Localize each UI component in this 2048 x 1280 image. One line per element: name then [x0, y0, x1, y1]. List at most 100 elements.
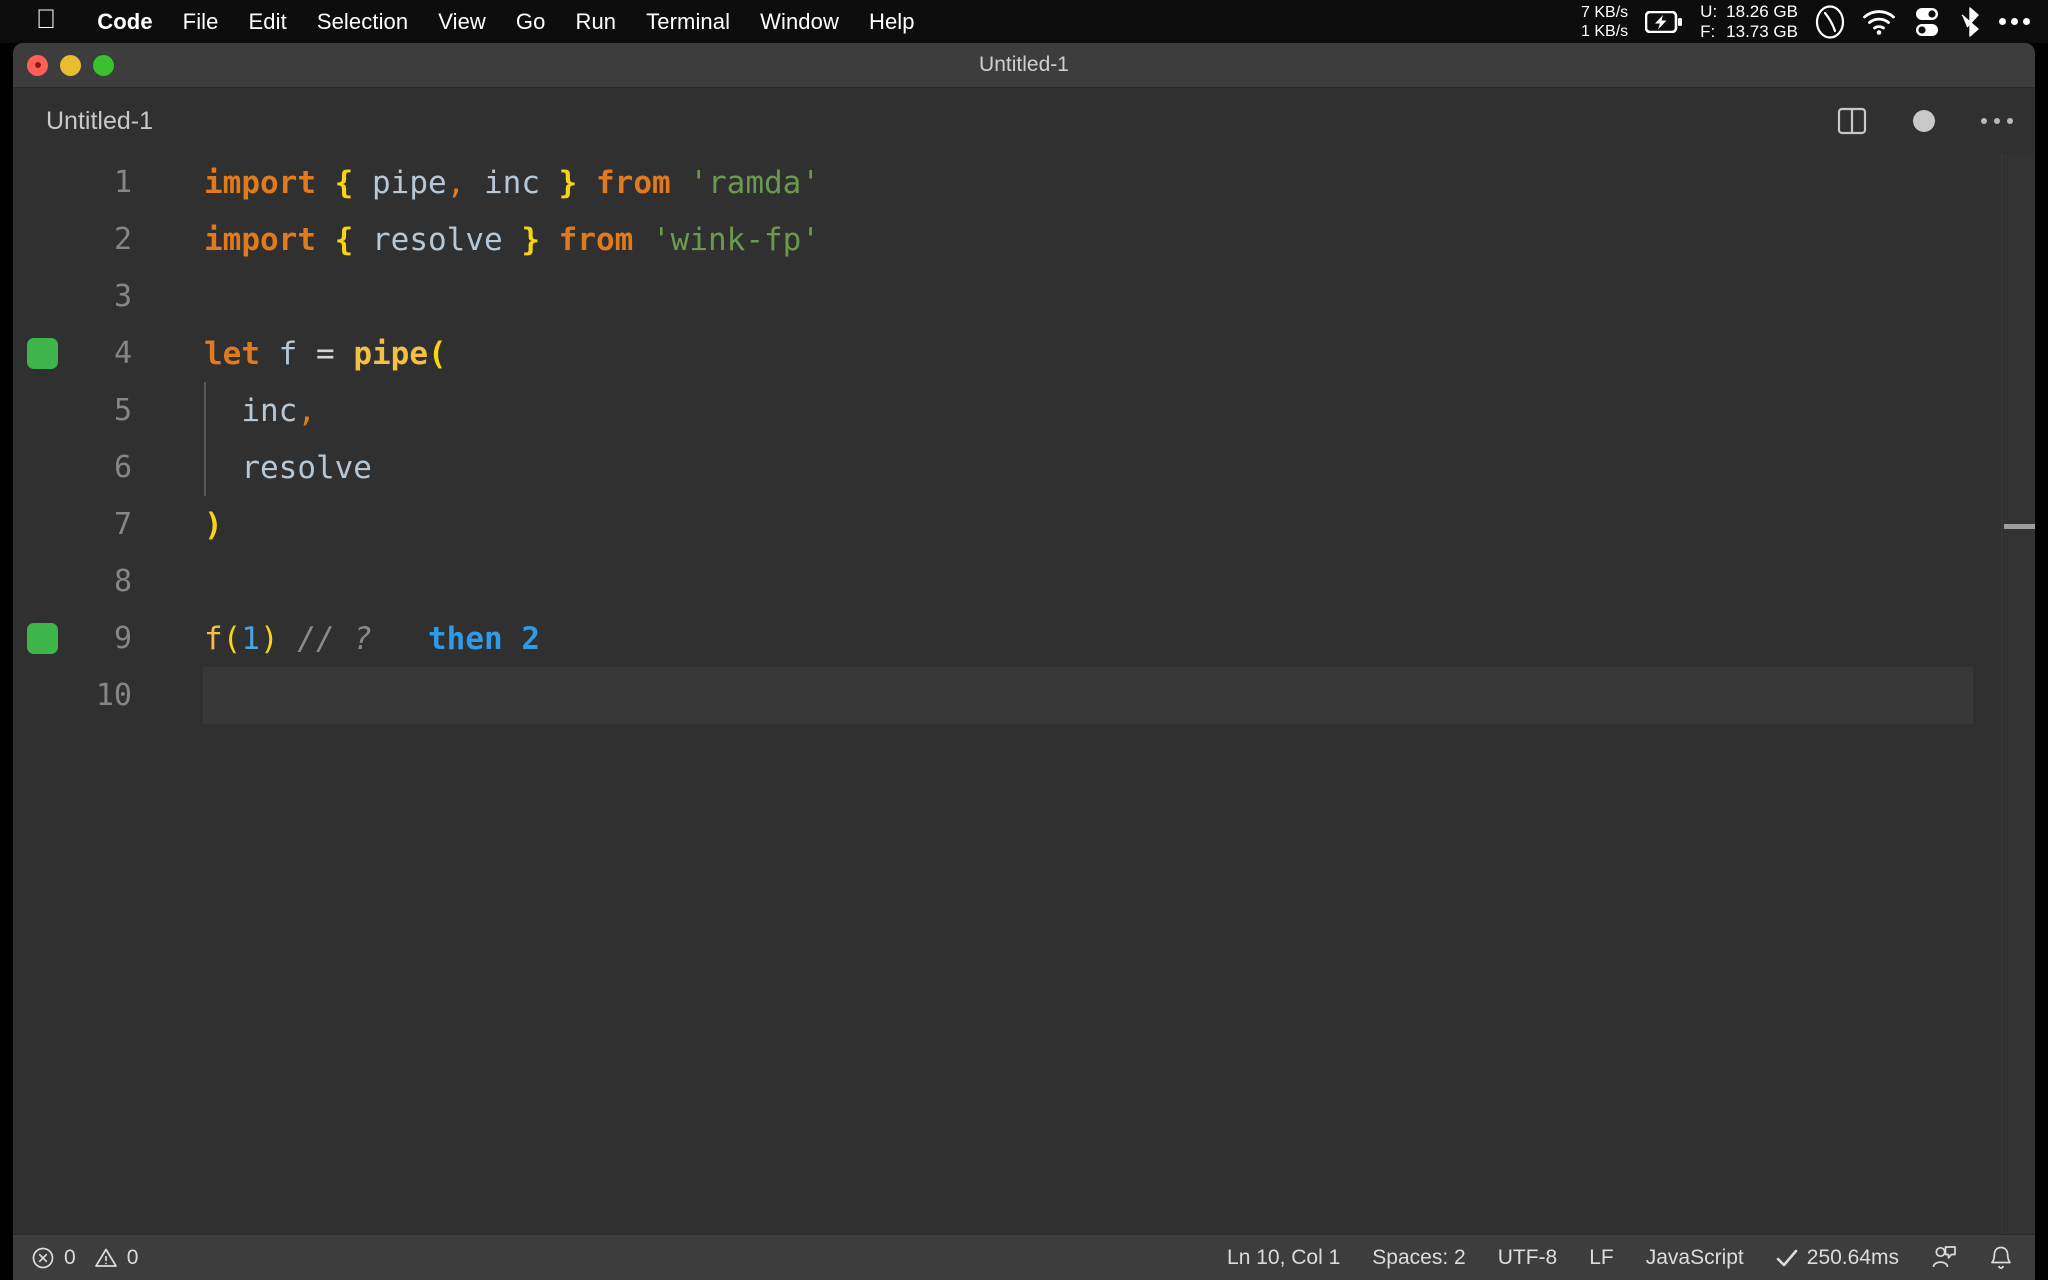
code-token: from — [558, 221, 634, 258]
status-bar: 0 0 Ln 10, Col 1 Spaces: 2 UTF-8 LF Java… — [13, 1234, 2035, 1280]
code-token: resolve — [372, 221, 503, 258]
code-token: pipe — [372, 164, 447, 201]
menu-run[interactable]: Run — [560, 9, 631, 35]
run-time-value: 250.64ms — [1806, 1245, 1899, 1269]
code-token: from — [596, 164, 671, 201]
code-token: 'ramda' — [689, 164, 820, 201]
line-number: 8 — [113, 564, 132, 599]
ellipsis-icon[interactable] — [1999, 18, 2030, 25]
code-token: resolve — [241, 449, 372, 486]
editor-scrollbar[interactable] — [2001, 154, 2035, 1234]
checkmark-icon — [1776, 1248, 1798, 1268]
code-line[interactable]: 4 let f = pipe( — [13, 325, 2035, 382]
code-token: pipe — [353, 335, 429, 372]
line-number: 5 — [113, 393, 132, 428]
eol-status[interactable]: LF — [1589, 1246, 1614, 1270]
code-token: inc — [241, 392, 298, 429]
menu-code[interactable]: Code — [82, 9, 167, 35]
code-line[interactable]: 8 — [13, 553, 2035, 610]
tab-untitled-1[interactable]: Untitled-1 — [46, 107, 153, 136]
unsaved-changes-dot[interactable] — [1913, 110, 1935, 132]
encoding-status[interactable]: UTF-8 — [1498, 1246, 1558, 1270]
ellipsis-icon[interactable] — [1981, 118, 2013, 124]
editor-actions — [1837, 106, 2013, 136]
battery-charging-icon[interactable] — [1645, 10, 1683, 33]
code-token: f — [278, 335, 298, 372]
memory-used-label: U: — [1700, 1, 1718, 21]
feedback-person-icon[interactable] — [1931, 1245, 1957, 1271]
current-line-highlight — [203, 667, 1973, 724]
menu-window[interactable]: Window — [745, 9, 854, 35]
menu-view[interactable]: View — [423, 9, 501, 35]
code-line-content: f(1) // ? then 2 — [159, 621, 540, 657]
menu-help[interactable]: Help — [854, 9, 930, 35]
cursor-position-status[interactable]: Ln 10, Col 1 — [1227, 1246, 1340, 1270]
code-token: import — [204, 221, 316, 258]
code-token: = — [316, 335, 335, 372]
code-line[interactable]: 2 import { resolve } from 'wink-fp' — [13, 211, 2035, 268]
code-token: } — [521, 221, 540, 258]
code-line[interactable]: 9 f(1) // ? then 2 — [13, 610, 2035, 667]
language-mode-status[interactable]: JavaScript — [1646, 1246, 1744, 1270]
code-token: { — [334, 164, 354, 201]
menu-go[interactable]: Go — [501, 9, 561, 35]
code-line[interactable]: 10 — [13, 667, 2035, 724]
window-title-bar: Untitled-1 — [13, 43, 2035, 88]
speedometer-icon[interactable] — [1815, 4, 1845, 39]
line-number: 3 — [113, 279, 132, 314]
apple-logo-icon[interactable]:  — [36, 6, 56, 33]
close-window-button[interactable] — [27, 54, 48, 76]
code-line[interactable]: 5 inc, — [13, 382, 2035, 439]
problems-indicator[interactable]: 0 0 — [31, 1246, 138, 1270]
menu-selection[interactable]: Selection — [302, 9, 423, 35]
code-token: import — [204, 164, 316, 201]
code-line[interactable]: 3 — [13, 268, 2035, 325]
control-center-icon[interactable] — [1913, 7, 1941, 37]
code-editor[interactable]: 1 import { pipe, inc } from 'ramda' 2 impor… — [13, 154, 2035, 1234]
traffic-lights — [27, 54, 114, 76]
split-editor-icon[interactable] — [1837, 106, 1867, 136]
code-token: , — [446, 164, 466, 201]
code-lines[interactable]: 1 import { pipe, inc } from 'ramda' 2 impor… — [13, 154, 2035, 724]
code-line[interactable]: 7) — [13, 496, 2035, 553]
warning-count: 0 — [126, 1245, 139, 1269]
code-token: // ? — [297, 620, 373, 657]
code-token: { — [334, 221, 354, 258]
window-title: Untitled-1 — [979, 53, 1069, 76]
memory-stats[interactable]: U: 18.26 GB F: 13.73 GB — [1700, 2, 1798, 42]
menu-edit[interactable]: Edit — [234, 9, 302, 35]
line-number: 9 — [113, 621, 132, 656]
code-line-content: let f = pipe( — [159, 336, 447, 372]
menu-file[interactable]: File — [168, 9, 234, 35]
minimize-window-button[interactable] — [60, 54, 81, 76]
error-circle-icon — [31, 1246, 55, 1270]
network-speed-indicator[interactable]: 7 KB/s 1 KB/s — [1581, 3, 1628, 41]
menu-terminal[interactable]: Terminal — [631, 9, 745, 35]
bell-icon[interactable] — [1989, 1245, 2013, 1271]
code-line-content: ) — [159, 507, 223, 543]
network-download-speed: 1 KB/s — [1581, 22, 1629, 40]
code-line[interactable]: 6 resolve — [13, 439, 2035, 496]
maximize-window-button[interactable] — [93, 54, 114, 76]
indentation-status[interactable]: Spaces: 2 — [1372, 1246, 1465, 1270]
vscode-window: Untitled-1 Untitled-1 1 import { pipe, in… — [13, 43, 2035, 1280]
code-token: ( — [222, 620, 242, 657]
quokka-runtime-status[interactable]: 250.64ms — [1776, 1246, 1899, 1270]
code-token: let — [204, 335, 260, 372]
code-line[interactable]: 1 import { pipe, inc } from 'ramda' — [13, 154, 2035, 211]
wifi-icon[interactable] — [1862, 9, 1896, 35]
line-number: 6 — [113, 450, 132, 485]
bluetooth-icon[interactable] — [1958, 6, 1982, 37]
code-line-content: resolve — [159, 450, 372, 486]
